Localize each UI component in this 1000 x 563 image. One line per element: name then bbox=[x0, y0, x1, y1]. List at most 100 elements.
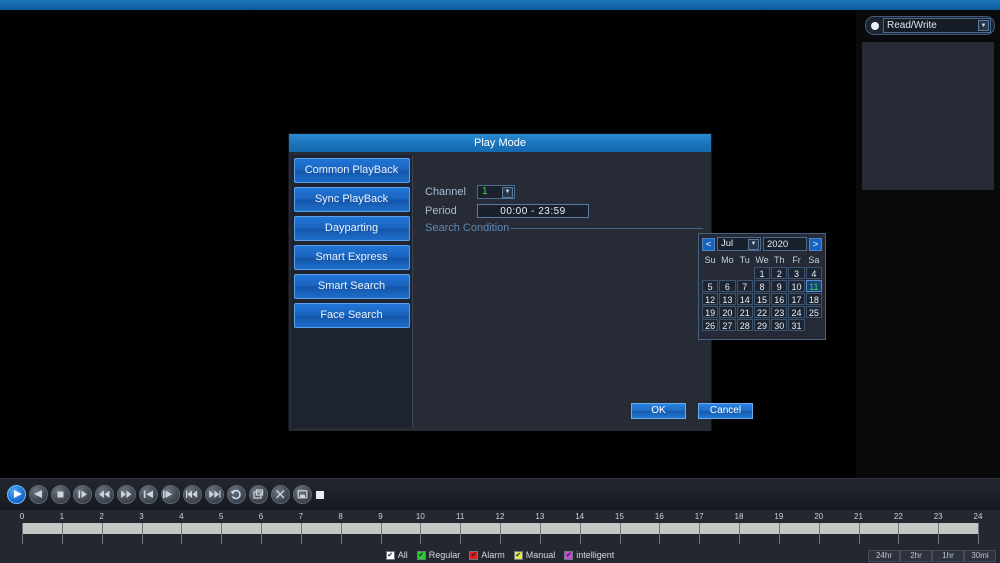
timeline-tick-10 bbox=[420, 523, 421, 544]
timeline-tick-9 bbox=[381, 523, 382, 544]
save-button[interactable] bbox=[293, 485, 312, 504]
timescale-button-30mi[interactable]: 30mi bbox=[964, 550, 996, 562]
timeline-label-13: 13 bbox=[535, 512, 544, 522]
checkbox-icon[interactable]: ✔ bbox=[564, 551, 573, 560]
calendar-day-3[interactable]: 3 bbox=[788, 267, 804, 279]
period-input[interactable]: 00:00 - 23:59 bbox=[477, 204, 589, 218]
calendar-day-12[interactable]: 12 bbox=[702, 293, 718, 305]
calendar-day-23[interactable]: 23 bbox=[771, 306, 787, 318]
chevron-down-icon[interactable]: ▼ bbox=[502, 187, 513, 198]
calendar-day-5[interactable]: 5 bbox=[702, 280, 718, 292]
calendar-day-13[interactable]: 13 bbox=[719, 293, 735, 305]
mode-button-smart-search[interactable]: Smart Search bbox=[294, 274, 410, 299]
search-condition-row: Search Condition bbox=[425, 222, 703, 234]
calendar-day-7[interactable]: 7 bbox=[737, 280, 753, 292]
calendar-blank bbox=[719, 267, 735, 279]
dialog-title: Play Mode bbox=[289, 134, 711, 152]
legend-label: Manual bbox=[526, 551, 556, 560]
rewind-button[interactable] bbox=[95, 485, 114, 504]
checkbox-icon[interactable]: ✔ bbox=[469, 551, 478, 560]
timeline-label-5: 5 bbox=[219, 512, 223, 522]
prev-month-button[interactable]: < bbox=[702, 238, 715, 251]
calendar-day-15[interactable]: 15 bbox=[754, 293, 770, 305]
calendar-day-9[interactable]: 9 bbox=[771, 280, 787, 292]
ok-button[interactable]: OK bbox=[631, 403, 686, 419]
clip-button[interactable] bbox=[249, 485, 268, 504]
calendar-day-24[interactable]: 24 bbox=[788, 306, 804, 318]
cancel-button[interactable]: Cancel bbox=[698, 403, 753, 419]
calendar-day-2[interactable]: 2 bbox=[771, 267, 787, 279]
calendar-day-19[interactable]: 19 bbox=[702, 306, 718, 318]
calendar-day-22[interactable]: 22 bbox=[754, 306, 770, 318]
calendar-day-28[interactable]: 28 bbox=[737, 319, 753, 331]
previous-frame-icon bbox=[141, 487, 156, 502]
legend-item-regular[interactable]: ✔Regular bbox=[417, 551, 461, 560]
calendar-day-8[interactable]: 8 bbox=[754, 280, 770, 292]
timescale-button-2hr[interactable]: 2hr bbox=[900, 550, 932, 562]
timeline-label-0: 0 bbox=[20, 512, 24, 522]
previous-file-button[interactable] bbox=[183, 485, 202, 504]
reverse-play-icon bbox=[31, 487, 46, 502]
timeline-tick-20 bbox=[819, 523, 820, 544]
calendar-day-11[interactable]: 11 bbox=[806, 280, 822, 292]
mode-button-common-playback[interactable]: Common PlayBack bbox=[294, 158, 410, 183]
hdd-mode-value-box[interactable]: Read/Write ▼ bbox=[883, 18, 991, 33]
legend-item-alarm[interactable]: ✔Alarm bbox=[469, 551, 505, 560]
channel-select[interactable]: 1 ▼ bbox=[477, 185, 515, 199]
chevron-down-icon[interactable]: ▼ bbox=[978, 20, 989, 31]
next-month-button[interactable]: > bbox=[809, 238, 822, 251]
previous-frame-button[interactable] bbox=[139, 485, 158, 504]
mode-button-dayparting[interactable]: Dayparting bbox=[294, 216, 410, 241]
calendar-day-17[interactable]: 17 bbox=[788, 293, 804, 305]
chevron-down-icon[interactable]: ▼ bbox=[748, 239, 759, 250]
calendar-day-4[interactable]: 4 bbox=[806, 267, 822, 279]
checkbox-icon[interactable]: ✔ bbox=[514, 551, 523, 560]
legend-item-manual[interactable]: ✔Manual bbox=[514, 551, 556, 560]
calendar-day-6[interactable]: 6 bbox=[719, 280, 735, 292]
next-file-icon bbox=[207, 487, 222, 502]
file-list-panel[interactable] bbox=[862, 42, 994, 190]
checkbox-icon[interactable]: ✔ bbox=[417, 551, 426, 560]
calendar-day-14[interactable]: 14 bbox=[737, 293, 753, 305]
calendar-day-26[interactable]: 26 bbox=[702, 319, 718, 331]
dialog-calendar-header: < Jul ▼ 2020 > bbox=[702, 237, 822, 251]
calendar-day-31[interactable]: 31 bbox=[788, 319, 804, 331]
calendar-day-1[interactable]: 1 bbox=[754, 267, 770, 279]
calendar-day-25[interactable]: 25 bbox=[806, 306, 822, 318]
fast-forward-button[interactable] bbox=[117, 485, 136, 504]
timeline-label-2: 2 bbox=[99, 512, 103, 522]
stop-square-icon[interactable] bbox=[316, 491, 324, 499]
calendar-day-29[interactable]: 29 bbox=[754, 319, 770, 331]
month-select[interactable]: Jul ▼ bbox=[717, 237, 761, 251]
legend-label: Regular bbox=[429, 551, 461, 560]
calendar-day-20[interactable]: 20 bbox=[719, 306, 735, 318]
timeline[interactable]: 0123456789101112131415161718192021222324 bbox=[0, 510, 1000, 548]
checkbox-icon[interactable]: ✔ bbox=[386, 551, 395, 560]
calendar-day-16[interactable]: 16 bbox=[771, 293, 787, 305]
mode-button-sync-playback[interactable]: Sync PlayBack bbox=[294, 187, 410, 212]
dialog-calendar[interactable]: < Jul ▼ 2020 > SuMoTuWeThFrSa12345678910… bbox=[698, 233, 826, 340]
calendar-day-27[interactable]: 27 bbox=[719, 319, 735, 331]
calendar-day-18[interactable]: 18 bbox=[806, 293, 822, 305]
hdd-mode-select[interactable]: Read/Write ▼ bbox=[865, 16, 995, 35]
mode-button-smart-express[interactable]: Smart Express bbox=[294, 245, 410, 270]
year-field[interactable]: 2020 bbox=[763, 237, 807, 251]
search-condition-label: Search Condition bbox=[425, 222, 509, 234]
stop-button[interactable] bbox=[51, 485, 70, 504]
slow-play-button[interactable] bbox=[73, 485, 92, 504]
timescale-button-1hr[interactable]: 1hr bbox=[932, 550, 964, 562]
timescale-button-24hr[interactable]: 24hr bbox=[868, 550, 900, 562]
legend-item-all[interactable]: ✔All bbox=[386, 551, 408, 560]
legend-item-intelligent[interactable]: ✔intelligent bbox=[564, 551, 614, 560]
loop-button[interactable] bbox=[227, 485, 246, 504]
next-frame-button[interactable] bbox=[161, 485, 180, 504]
calendar-day-10[interactable]: 10 bbox=[788, 280, 804, 292]
next-file-button[interactable] bbox=[205, 485, 224, 504]
calendar-day-30[interactable]: 30 bbox=[771, 319, 787, 331]
play-button[interactable] bbox=[7, 485, 26, 504]
timeline-label-7: 7 bbox=[299, 512, 303, 522]
backup-button[interactable] bbox=[271, 485, 290, 504]
mode-button-face-search[interactable]: Face Search bbox=[294, 303, 410, 328]
calendar-day-21[interactable]: 21 bbox=[737, 306, 753, 318]
reverse-play-button[interactable] bbox=[29, 485, 48, 504]
